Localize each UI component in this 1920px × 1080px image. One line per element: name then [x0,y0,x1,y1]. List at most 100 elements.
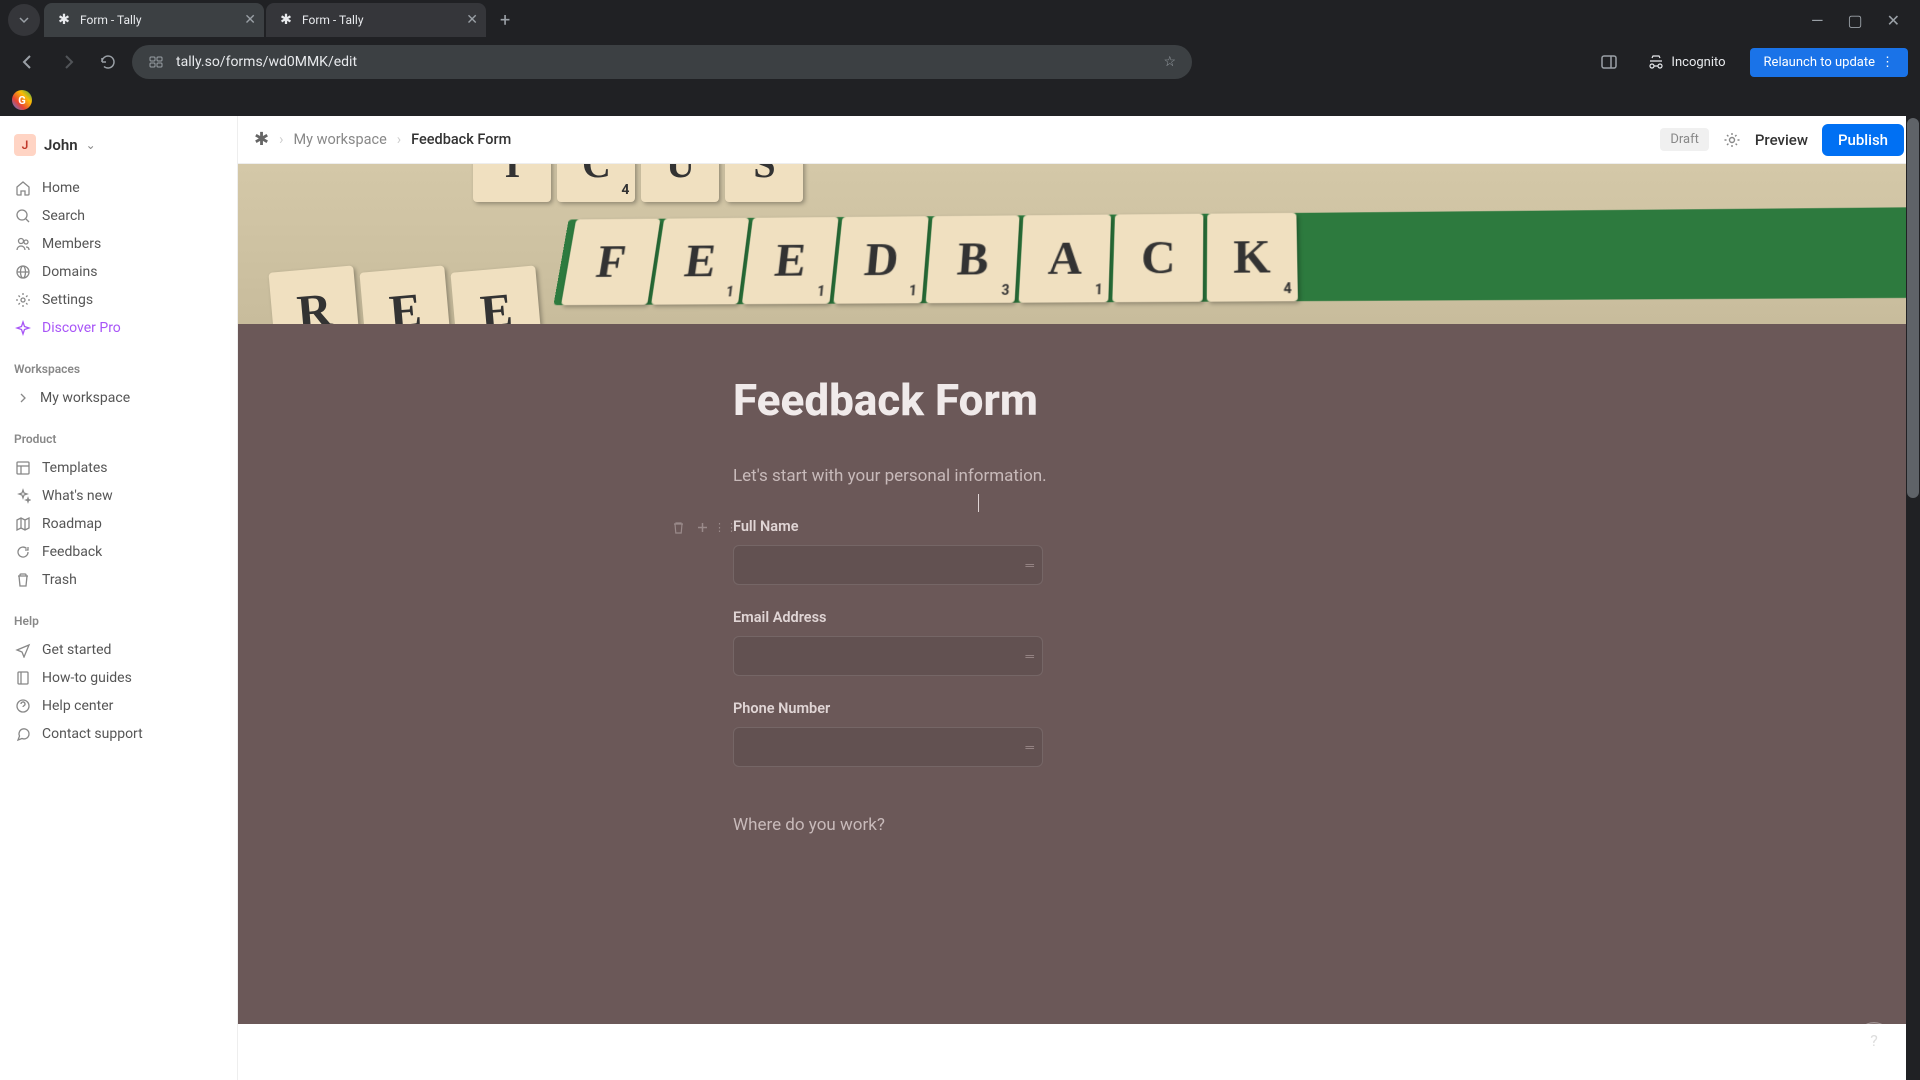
sidebar-item-guides[interactable]: How-to guides [12,664,225,692]
gear-icon [14,291,32,309]
browser-tab[interactable]: ✱ Form - Tally ✕ [266,3,486,37]
form-title[interactable]: Feedback Form [733,374,1429,426]
form-field-fullname[interactable]: ⋮⋮ Full Name ═ [733,518,1429,585]
decorative-tile: E1 [359,265,451,324]
text-input[interactable]: ═ [733,727,1043,767]
decorative-tile: I [473,164,551,202]
incognito-indicator[interactable]: Incognito [1635,47,1737,77]
form-canvas[interactable]: I C4 U S F E1 E1 D1 B3 A1 C K4 R E [238,164,1920,1080]
section-header-help: Help [12,614,225,628]
close-window-button[interactable]: ✕ [1887,11,1900,30]
sidebar-item-label: Home [42,180,80,196]
sidebar-item-discover-pro[interactable]: Discover Pro [12,314,225,342]
preview-button[interactable]: Preview [1755,131,1808,149]
bookmarks-bar: G [0,84,1920,116]
field-label[interactable]: Phone Number [733,700,1429,717]
resize-handle-icon[interactable]: ═ [1025,558,1032,572]
tab-favicon-icon: ✱ [56,12,72,28]
globe-icon [14,263,32,281]
sidebar-item-roadmap[interactable]: Roadmap [12,510,225,538]
scrollbar[interactable] [1906,116,1920,1080]
sidebar-item-label: Members [42,236,101,252]
site-info-icon[interactable] [148,54,164,70]
sidebar-item-label: Help center [42,698,113,714]
sidebar-item-label: Search [42,208,85,224]
relaunch-button[interactable]: Relaunch to update ⋮ [1750,48,1908,77]
breadcrumb-workspace[interactable]: My workspace [293,131,386,148]
add-field-button[interactable] [693,518,711,536]
tab-title: Form - Tally [302,13,364,27]
sidebar-item-get-started[interactable]: Get started [12,636,225,664]
address-bar[interactable]: tally.so/forms/wd0MMK/edit ☆ [132,45,1192,79]
form-question[interactable]: Where do you work? [733,815,1429,835]
decorative-tile: E1 [651,218,749,305]
back-button[interactable] [12,46,44,78]
bookmark-star-icon[interactable]: ☆ [1163,54,1176,70]
sidebar-item-settings[interactable]: Settings [12,286,225,314]
tab-search-button[interactable] [8,4,40,36]
text-input[interactable]: ═ [733,545,1043,585]
sidebar-item-label: Discover Pro [42,320,121,336]
sidebar-item-trash[interactable]: Trash [12,566,225,594]
text-input[interactable]: ═ [733,636,1043,676]
sidebar-item-label: Domains [42,264,97,280]
sidebar-item-home[interactable]: Home [12,174,225,202]
form-subtitle[interactable]: Let's start with your personal informati… [733,466,1429,486]
decorative-tile: R [268,265,360,324]
sidebar-item-label: Contact support [42,726,143,742]
form-field-email[interactable]: Email Address ═ [733,609,1429,676]
tab-close-button[interactable]: ✕ [244,12,256,28]
forward-button[interactable] [52,46,84,78]
sidebar-item-members[interactable]: Members [12,230,225,258]
drag-handle-icon[interactable]: ⋮⋮ [717,518,735,536]
sidebar-workspace-item[interactable]: My workspace [12,384,225,412]
user-name: John [44,136,78,154]
decorative-tile: C [1112,214,1203,302]
delete-field-button[interactable] [669,518,687,536]
sidebar-item-contact[interactable]: Contact support [12,720,225,748]
extensions-button[interactable] [1595,48,1623,76]
tally-logo-icon[interactable]: ✱ [254,129,269,150]
help-fab-button[interactable]: ? [1856,1022,1892,1058]
form-field-phone[interactable]: Phone Number ═ [733,700,1429,767]
tab-favicon-icon: ✱ [278,12,294,28]
sidebar-item-label: Trash [42,572,77,588]
sidebar-item-label: Templates [42,460,108,476]
tab-close-button[interactable]: ✕ [466,12,478,28]
sidebar-item-feedback[interactable]: Feedback [12,538,225,566]
chevron-right-icon: › [397,131,401,148]
new-tab-button[interactable]: + [488,10,522,31]
minimize-button[interactable]: — [1811,11,1824,30]
google-bookmark-icon[interactable]: G [12,90,32,110]
publish-button[interactable]: Publish [1822,124,1904,156]
scrollbar-thumb[interactable] [1907,118,1919,498]
user-menu[interactable]: J John ⌄ [12,130,225,160]
field-label[interactable]: Full Name [733,518,1429,535]
decorative-tile: E1 [742,217,839,304]
decorative-tile: A1 [1018,215,1111,303]
resize-handle-icon[interactable]: ═ [1025,740,1032,754]
sidebar-item-help-center[interactable]: Help center [12,692,225,720]
decorative-tile: D1 [833,216,928,303]
url-text: tally.so/forms/wd0MMK/edit [176,54,1151,70]
form-settings-button[interactable] [1723,131,1741,149]
reload-button[interactable] [92,46,124,78]
section-header-workspaces: Workspaces [12,362,225,376]
chevron-down-icon: ⌄ [86,138,96,152]
browser-tab-active[interactable]: ✱ Form - Tally ✕ [44,3,264,37]
user-avatar: J [14,134,36,156]
sidebar-item-search[interactable]: Search [12,202,225,230]
draft-badge: Draft [1660,128,1709,151]
chevron-right-icon [14,389,32,407]
field-label[interactable]: Email Address [733,609,1429,626]
sidebar-item-domains[interactable]: Domains [12,258,225,286]
tab-title: Form - Tally [80,13,142,27]
maximize-button[interactable]: ▢ [1847,11,1862,30]
incognito-icon [1647,53,1665,71]
sidebar-item-templates[interactable]: Templates [12,454,225,482]
breadcrumb-form[interactable]: Feedback Form [411,131,511,148]
cover-image[interactable]: I C4 U S F E1 E1 D1 B3 A1 C K4 R E [238,164,1920,324]
decorative-tile: F [561,219,660,305]
resize-handle-icon[interactable]: ═ [1025,649,1032,663]
sidebar-item-whats-new[interactable]: What's new [12,482,225,510]
